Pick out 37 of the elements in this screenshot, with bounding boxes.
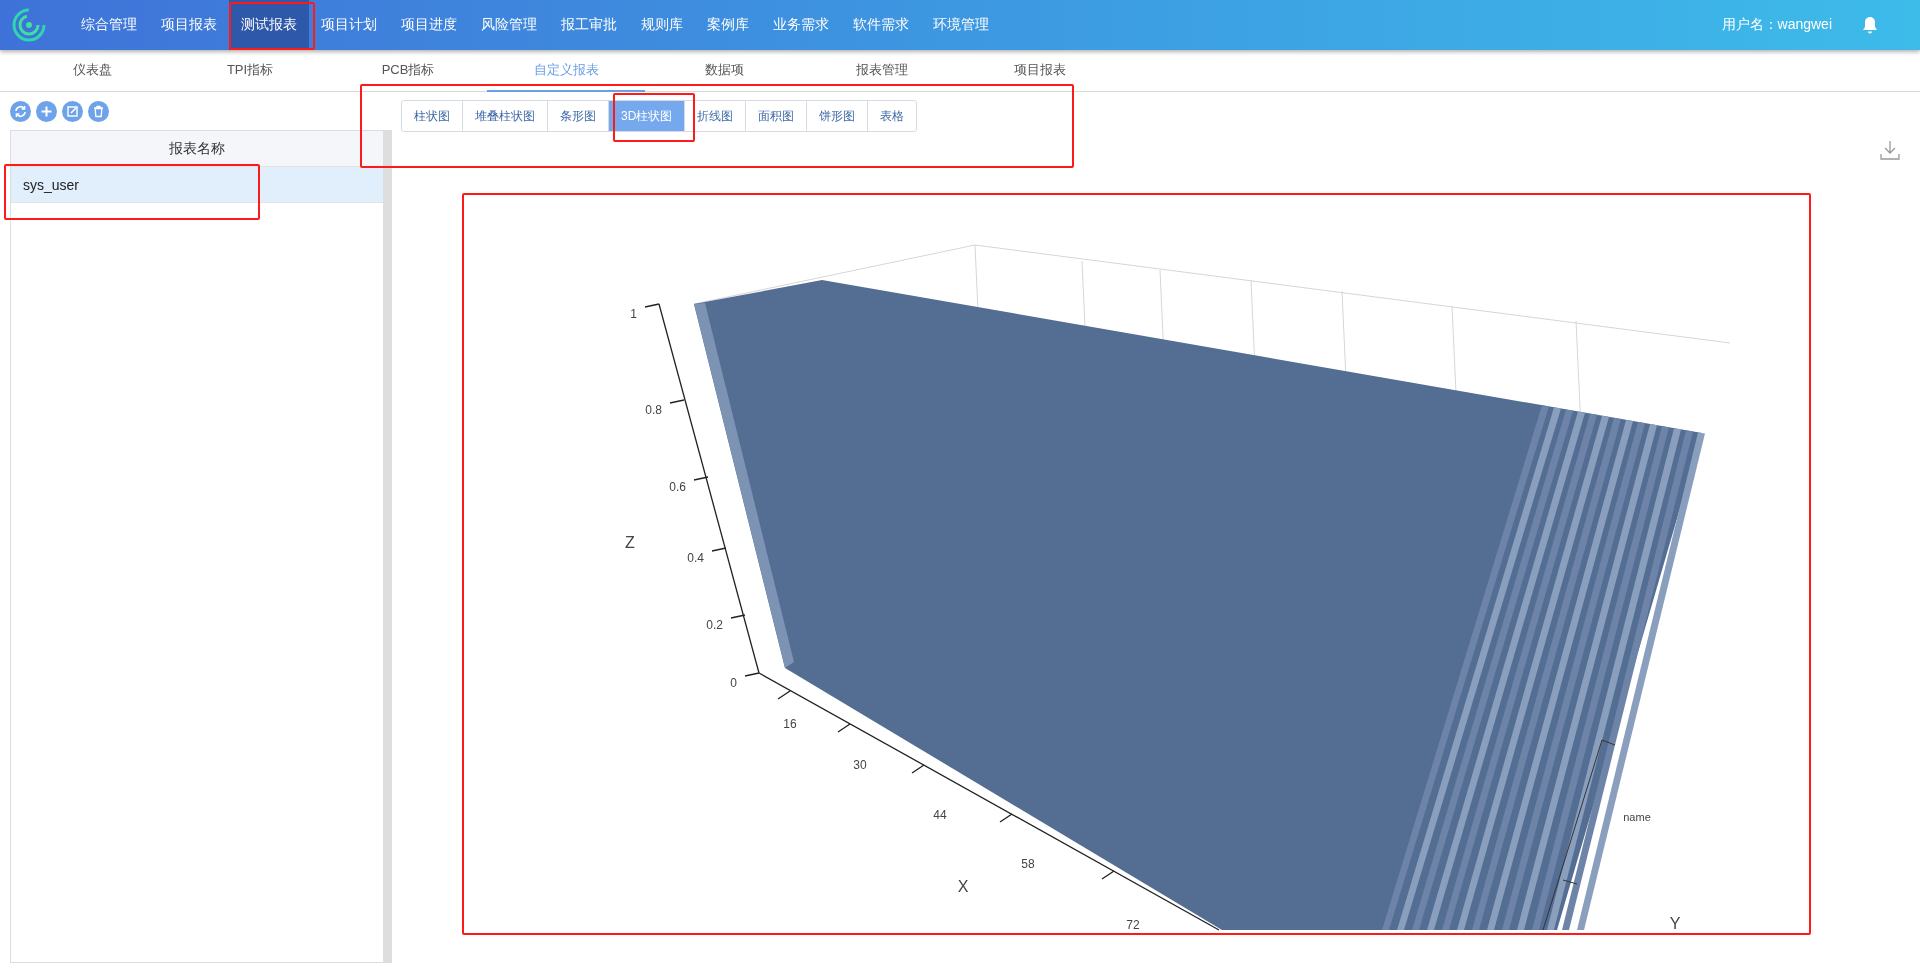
sub-nav-tab[interactable]: 数据项 [645, 50, 803, 92]
nav-menu-item[interactable]: 项目报表 [149, 0, 229, 50]
axis-tick-label: 0.6 [669, 480, 686, 494]
nav-menu-item[interactable]: 测试报表 [229, 0, 309, 50]
nav-menu-item[interactable]: 项目计划 [309, 0, 389, 50]
axis-tick-label: name [1623, 811, 1651, 823]
sub-nav-tab[interactable]: PCB指标 [329, 50, 487, 92]
column-header: 报表名称 [11, 131, 383, 167]
axis-tick-label: 72 [1126, 918, 1140, 932]
axis-tick-label: 0.8 [645, 403, 662, 417]
axis-tick-label: 30 [853, 758, 867, 772]
nav-menu-item[interactable]: 业务需求 [761, 0, 841, 50]
axis-tick-label: 0.2 [706, 618, 723, 632]
nav-menu-item[interactable]: 综合管理 [69, 0, 149, 50]
nav-menu-item[interactable]: 环境管理 [921, 0, 1001, 50]
axis-tick-label: 0.4 [687, 551, 704, 565]
nav-menu-item[interactable]: 案例库 [695, 0, 761, 50]
nav-menu-item[interactable]: 软件需求 [841, 0, 921, 50]
nav-menu-item[interactable]: 报工审批 [549, 0, 629, 50]
axis-tick-label: 16 [783, 717, 797, 731]
nav-menu-item[interactable]: 规则库 [629, 0, 695, 50]
axis-tick-label: 58 [1021, 857, 1035, 871]
axis-tick-label: 0 [730, 676, 737, 690]
axis-tick-label: 1 [630, 307, 637, 321]
username-label: 用户名：wangwei [1721, 16, 1832, 34]
report-list-item[interactable]: sys_user [11, 167, 383, 203]
nav-menu-item[interactable]: 风险管理 [469, 0, 549, 50]
sub-nav-tab[interactable]: TPI指标 [171, 50, 329, 92]
nav-menu-item[interactable]: 项目进度 [389, 0, 469, 50]
axis-title: Z [625, 534, 635, 551]
sub-nav-tab[interactable]: 报表管理 [803, 50, 961, 92]
chart-type-button[interactable]: 柱状图 [402, 101, 463, 131]
axis-tick-label: 44 [933, 808, 947, 822]
sub-nav-tab[interactable]: 仪表盘 [13, 50, 171, 92]
axis-title: X [957, 878, 969, 895]
axis-title: Y [1669, 915, 1681, 932]
sub-nav-tab[interactable]: 项目报表 [961, 50, 1119, 92]
